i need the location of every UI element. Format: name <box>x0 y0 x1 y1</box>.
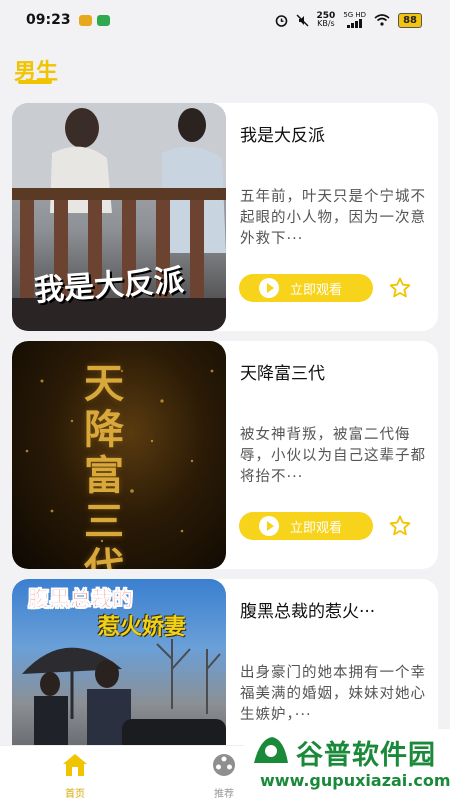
watermark-url: www.gupuxiazai.com <box>260 771 450 790</box>
cover-title-text: 天降富三代 <box>84 361 124 569</box>
alarm-icon <box>275 14 287 27</box>
nav-home[interactable]: 首页 <box>45 752 105 800</box>
drama-title[interactable]: 腹黑总裁的惹火··· <box>240 597 430 622</box>
drama-cover[interactable]: 我是大反派 <box>12 103 226 331</box>
watermark-title: 谷普软件园 <box>296 740 436 771</box>
status-right: 250 KB/s 5G HD 88 <box>275 11 422 30</box>
watch-now-label: 立即观看 <box>290 282 343 298</box>
section-title-underline <box>18 80 52 84</box>
watch-now-button[interactable]: 立即观看 <box>239 512 373 540</box>
nav-home-label: 首页 <box>65 789 85 800</box>
drama-cover[interactable]: 天降富三代 <box>12 341 226 569</box>
film-reel-icon <box>213 754 235 776</box>
drama-card[interactable]: 天降富三代 天降富三代 被女神背叛，被富二代侮辱，小伙以为自己这辈子都将抬不··… <box>12 341 438 569</box>
net-speed: 250 KB/s <box>316 11 336 28</box>
drama-description: 五年前，叶天只是个宁城不起眼的小人物，因为一次意外救下··· <box>240 189 426 247</box>
cover-title-line2: 惹火娇妻 <box>98 615 187 640</box>
watch-now-button[interactable]: 立即观看 <box>239 274 373 302</box>
play-icon <box>259 516 279 536</box>
drama-description: 出身豪门的她本拥有一个幸福美满的婚姻，妹妹对她心生嫉妒，··· <box>240 665 426 723</box>
wifi-icon <box>374 14 390 26</box>
app-notification-icon <box>78 14 92 26</box>
drama-title[interactable]: 天降富三代 <box>240 359 430 384</box>
play-icon <box>259 278 279 298</box>
drama-card[interactable]: 我是大反派 我是大反派 五年前，叶天只是个宁城不起眼的小人物，因为一次意外救下·… <box>12 103 438 331</box>
battery-indicator: 88 <box>398 12 422 28</box>
watermark: 谷普软件园 www.gupuxiazai.com <box>244 729 450 800</box>
watch-now-label: 立即观看 <box>290 520 343 536</box>
drama-description: 被女神背叛，被富二代侮辱，小伙以为自己这辈子都将抬不··· <box>240 427 426 485</box>
app-notification-icon-2 <box>96 14 110 26</box>
signal-indicator: 5G HD <box>343 11 366 30</box>
status-time: 09:23 <box>26 12 71 28</box>
favorite-star-icon[interactable] <box>388 514 412 538</box>
favorite-star-icon[interactable] <box>388 276 412 300</box>
drama-title[interactable]: 我是大反派 <box>240 121 430 146</box>
signal-icon <box>346 18 362 28</box>
status-bar: 09:23 250 KB/s 5G HD 88 <box>0 0 450 40</box>
home-icon <box>63 754 87 776</box>
mute-icon <box>296 14 309 26</box>
watermark-logo-icon <box>254 737 288 763</box>
